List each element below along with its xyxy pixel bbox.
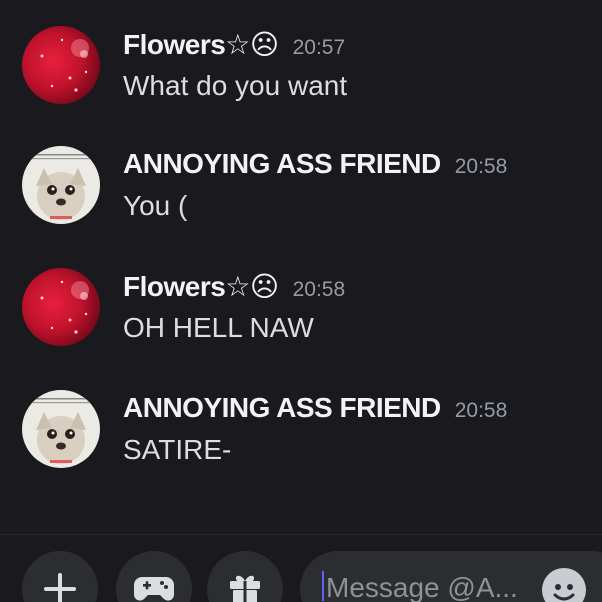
plus-icon [44, 573, 76, 602]
message-text: OH HELL NAW [123, 312, 314, 343]
timestamp: 20:58 [454, 399, 508, 422]
emoji-button[interactable] [542, 568, 586, 602]
chihuahua-meme-avatar-icon [22, 146, 100, 224]
gift-button[interactable] [207, 551, 283, 602]
chihuahua-meme-avatar-icon [22, 390, 100, 468]
message-text: You ( [123, 190, 188, 221]
message-header: ANNOYING ASS FRIEND 20:58 [123, 392, 507, 432]
username[interactable]: ANNOYING ASS FRIEND [123, 148, 441, 180]
avatar[interactable] [22, 390, 100, 468]
message-text: What do you want [123, 70, 348, 101]
gamepad-icon [134, 577, 174, 601]
message-item[interactable]: Flowers☆☹ 20:58 OH HELL NAW [0, 266, 602, 376]
text-cursor [322, 571, 324, 601]
red-sparkle-avatar-icon [22, 26, 100, 104]
timestamp: 20:58 [292, 278, 346, 301]
message-item[interactable]: ANNOYING ASS FRIEND 20:58 SATIRE- [0, 388, 602, 498]
activities-button[interactable] [116, 551, 192, 602]
username[interactable]: Flowers☆☹ [123, 270, 279, 303]
message-header: Flowers☆☹ 20:57 [123, 28, 345, 68]
dm-chat-window: Flowers☆☹ 20:57 What do you want ANNOYIN… [0, 0, 602, 602]
username[interactable]: ANNOYING ASS FRIEND [123, 392, 441, 424]
avatar[interactable] [22, 268, 100, 346]
avatar[interactable] [22, 146, 100, 224]
avatar[interactable] [22, 26, 100, 104]
message-composer: Message @A... [0, 535, 602, 602]
message-header: ANNOYING ASS FRIEND 20:58 [123, 148, 507, 188]
message-list: Flowers☆☹ 20:57 What do you want ANNOYIN… [0, 0, 602, 540]
username[interactable]: Flowers☆☹ [123, 28, 279, 61]
message-input-placeholder: Message @A... [326, 572, 518, 602]
message-text: SATIRE- [123, 434, 232, 465]
add-attachment-button[interactable] [22, 551, 98, 602]
timestamp: 20:58 [454, 155, 508, 178]
message-header: Flowers☆☹ 20:58 [123, 270, 345, 310]
message-item[interactable]: Flowers☆☹ 20:57 What do you want [0, 24, 602, 134]
red-sparkle-avatar-icon [22, 268, 100, 346]
emoji-icon [553, 584, 575, 601]
gift-icon [230, 575, 260, 602]
timestamp: 20:57 [292, 36, 346, 59]
message-item[interactable]: ANNOYING ASS FRIEND 20:58 You ( [0, 144, 602, 254]
